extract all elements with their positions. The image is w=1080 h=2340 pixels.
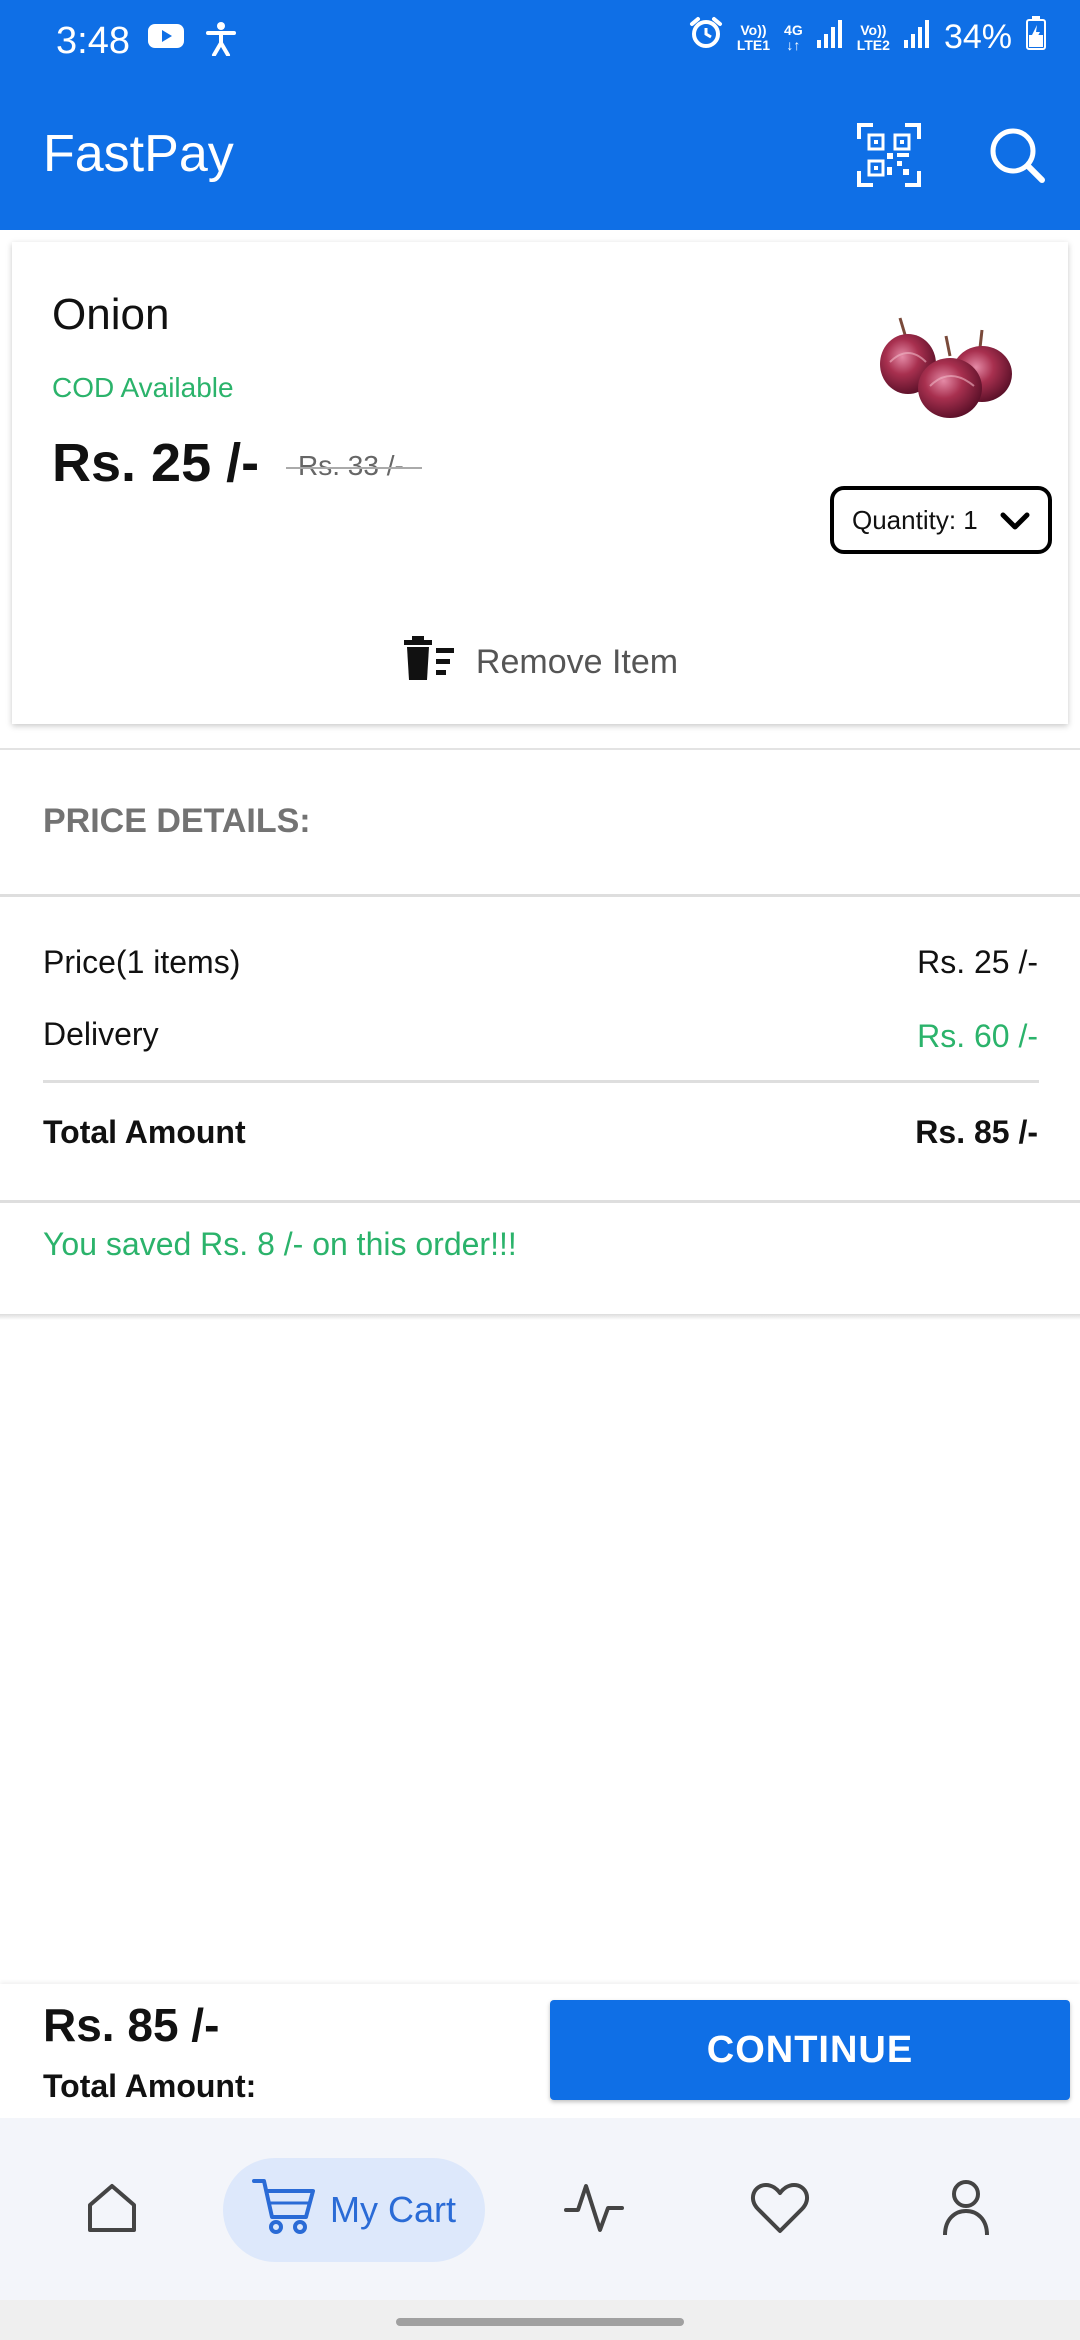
app-bar: FastPay — [0, 84, 1080, 230]
onion-image — [870, 316, 1020, 436]
status-time: 3:48 — [56, 20, 130, 62]
alarm-icon — [689, 16, 723, 59]
app-title: FastPay — [43, 125, 234, 183]
checkout-bar: Rs. 85 /- Total Amount: CONTINUE — [0, 1984, 1080, 2118]
battery-percent: 34% — [943, 18, 1012, 56]
total-amount-label: Total Amount — [43, 1114, 246, 1150]
divider — [0, 1200, 1080, 1203]
bottom-nav: My Cart — [0, 2118, 1080, 2300]
nav-my-cart-label: My Cart — [330, 2189, 456, 2230]
activity-icon — [564, 2180, 624, 2241]
cod-label: COD Available — [52, 372, 234, 403]
price-label: Price(1 items) — [43, 944, 241, 980]
remove-item-button[interactable]: Remove Item — [12, 636, 1068, 689]
qr-scan-icon[interactable] — [854, 120, 924, 190]
user-icon — [941, 2179, 991, 2242]
divider — [0, 894, 1080, 897]
nav-my-cart[interactable]: My Cart — [223, 2158, 485, 2262]
nav-home[interactable] — [60, 2158, 164, 2262]
heart-icon — [750, 2181, 810, 2240]
quantity-value: Quantity: 1 — [852, 504, 978, 535]
divider — [0, 748, 1080, 750]
home-icon — [85, 2181, 139, 2240]
signal2-icon — [903, 18, 930, 57]
divider — [43, 1080, 1039, 1083]
price-details-section: PRICE DETAILS: Price(1 items) Rs. 25 /- … — [0, 748, 1080, 1320]
checkout-total: Rs. 85 /- — [43, 1999, 220, 2051]
delete-icon — [402, 636, 456, 689]
item-name: Onion — [52, 290, 170, 339]
nav-favorites[interactable] — [728, 2158, 832, 2262]
network-type-indicator: 4G ↓↑ — [784, 21, 803, 53]
nav-activity[interactable] — [542, 2158, 646, 2262]
status-bar: 3:48 Vo)) LTE1 4G ↓↑ Vo)) LTE2 34% — [0, 0, 1080, 84]
divider — [0, 1314, 1080, 1320]
delivery-value: Rs. 60 /- — [917, 1018, 1038, 1054]
quantity-dropdown[interactable]: Quantity: 1 — [830, 486, 1052, 554]
cart-item-card: Onion COD Available Rs. 25 /- Rs. 33 /- … — [12, 242, 1068, 724]
total-amount-value: Rs. 85 /- — [915, 1114, 1038, 1150]
price-details-header: PRICE DETAILS: — [43, 802, 311, 840]
signal1-icon — [816, 18, 843, 57]
delivery-label: Delivery — [43, 1016, 159, 1052]
nav-profile[interactable] — [914, 2158, 1018, 2262]
home-gesture-handle[interactable] — [396, 2318, 684, 2326]
checkout-total-label: Total Amount: — [43, 2068, 257, 2104]
volte1-indicator: Vo)) LTE1 — [736, 21, 771, 53]
youtube-icon — [148, 22, 184, 61]
search-icon[interactable] — [982, 120, 1052, 190]
item-price: Rs. 25 /- — [52, 433, 260, 493]
chevron-down-icon — [1000, 508, 1030, 539]
price-value: Rs. 25 /- — [917, 944, 1038, 980]
remove-item-label: Remove Item — [475, 643, 679, 681]
item-original-price: Rs. 33 /- — [286, 450, 422, 481]
cart-icon — [252, 2177, 316, 2244]
gesture-bar — [0, 2300, 1080, 2340]
continue-button[interactable]: CONTINUE — [550, 2000, 1070, 2100]
battery-charging-icon — [1026, 16, 1046, 59]
savings-message: You saved Rs. 8 /- on this order!!! — [43, 1226, 517, 1262]
volte2-indicator: Vo)) LTE2 — [856, 21, 890, 53]
accessibility-icon — [206, 22, 236, 61]
